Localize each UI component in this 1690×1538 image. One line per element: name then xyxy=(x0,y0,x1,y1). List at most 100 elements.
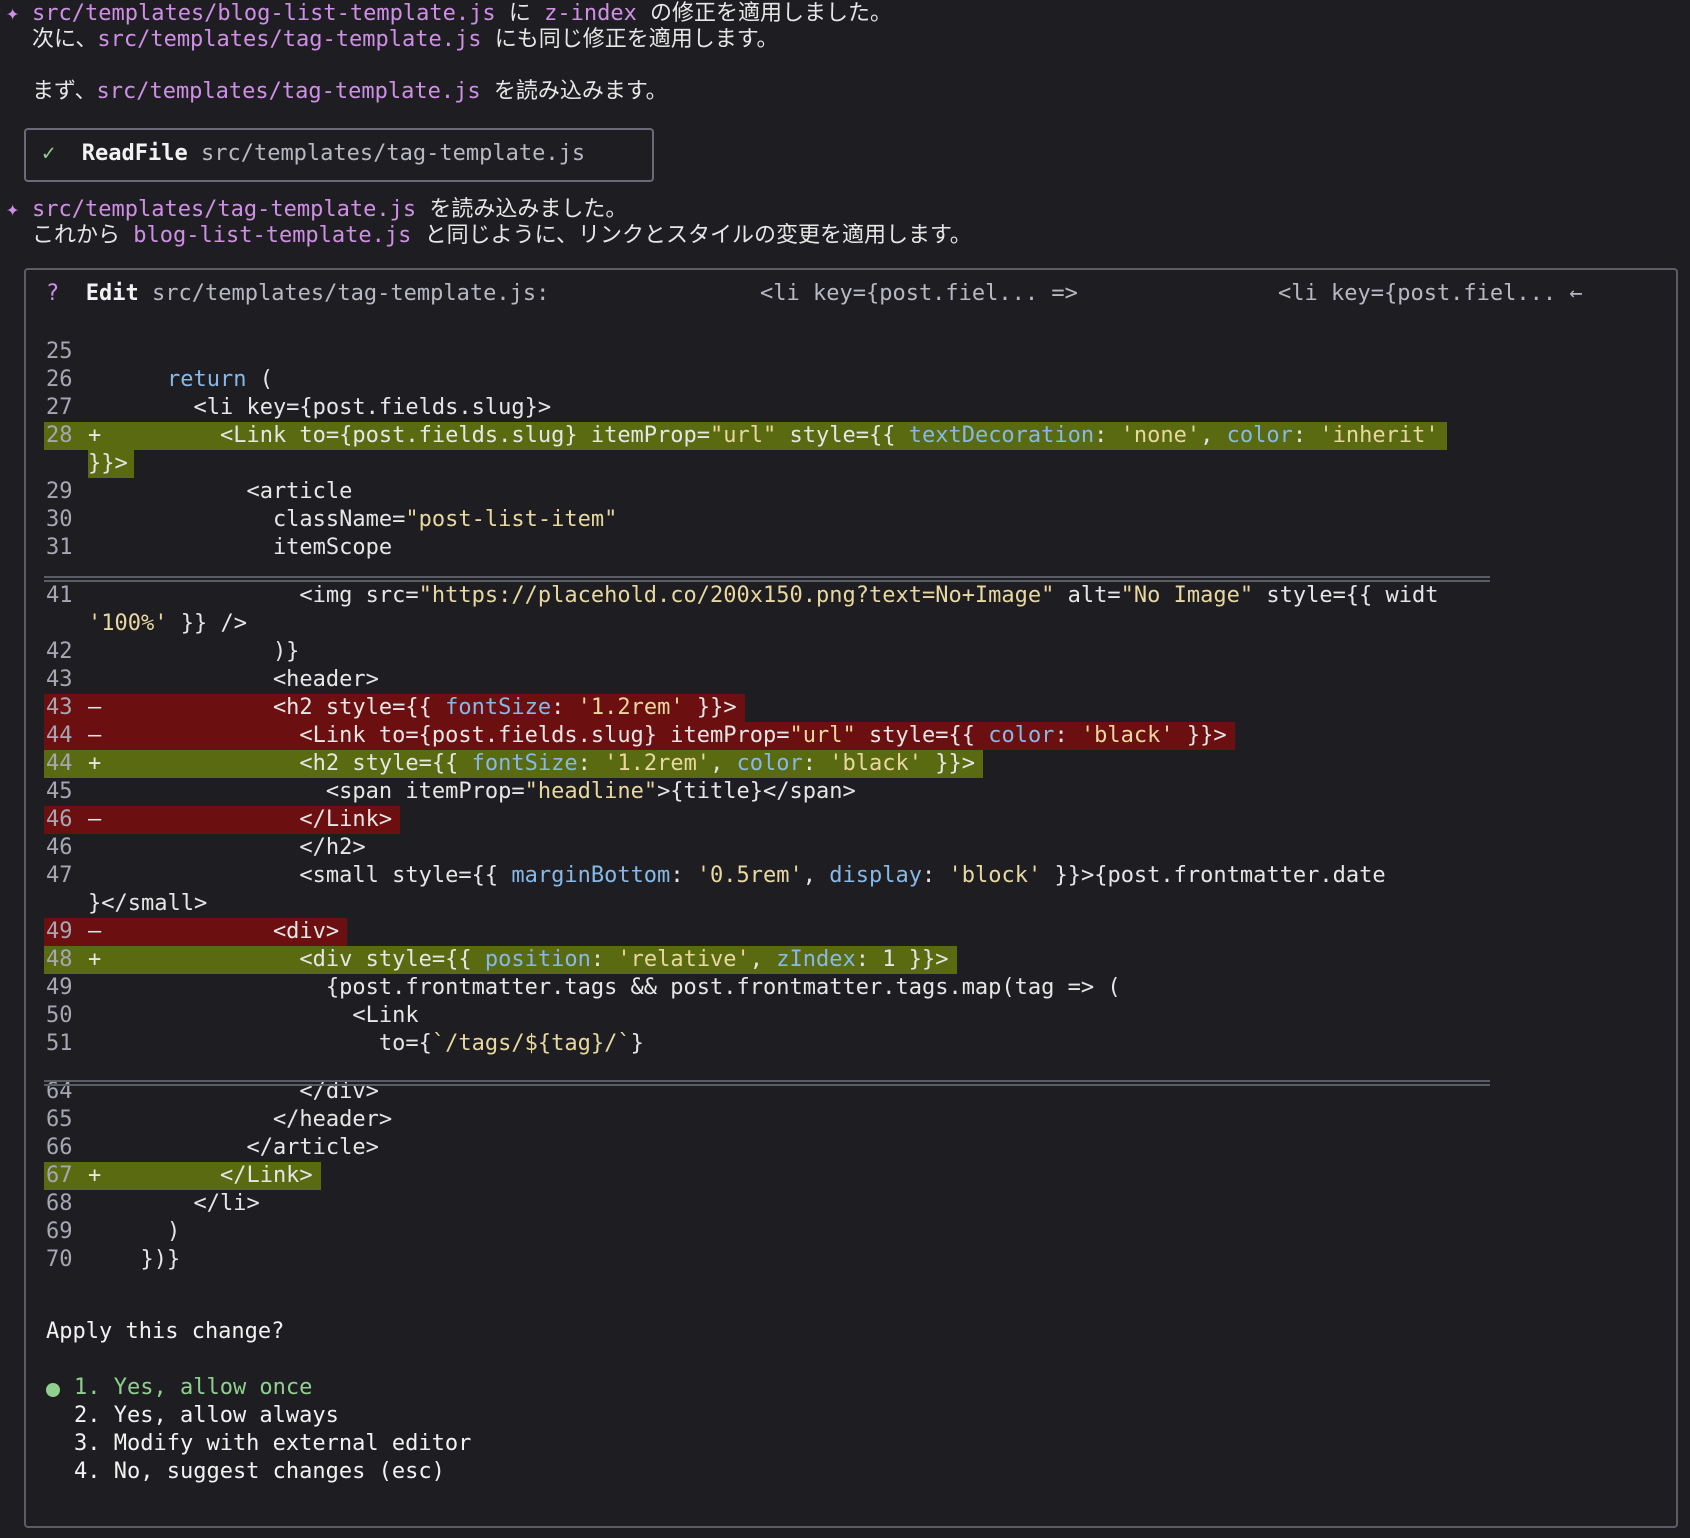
text: これから xyxy=(32,223,134,248)
text: を読み込みました。 xyxy=(416,197,628,222)
text: を読み込みます。 xyxy=(480,79,668,104)
path-text: src/templates/tag-template.js xyxy=(97,27,482,52)
old-preview: <li key={post.fiel... => xyxy=(760,281,1078,306)
line-number: 47 xyxy=(46,863,73,888)
path-text: src/templates/tag-template.js xyxy=(96,79,481,104)
line-number: 28 xyxy=(46,423,73,448)
edit-file-path: src/templates/tag-template.js: xyxy=(151,281,550,306)
code-text: return ( xyxy=(166,367,273,392)
code-text: <Link xyxy=(114,1003,419,1028)
text: にも同じ修正を適用します。 xyxy=(481,27,779,52)
code-text: }}> xyxy=(88,451,128,476)
line-number: 29 xyxy=(46,479,73,504)
new-preview: <li key={post.fiel... ← xyxy=(1278,281,1583,306)
code-text: <Link to={post.fields.slug} itemProp="ur… xyxy=(114,723,1227,748)
line-number: 45 xyxy=(46,779,73,804)
line-number: 66 xyxy=(46,1135,73,1160)
line-number: 43 xyxy=(46,695,73,720)
line-number: 30 xyxy=(46,507,73,532)
option-external-editor[interactable]: 3. Modify with external editor xyxy=(74,1430,471,1458)
path-text: blog-list-template.js xyxy=(133,223,412,248)
transcript-line-3: まず、src/templates/tag-template.js を読み込みます… xyxy=(32,78,668,106)
code-text: <li key={post.fields.slug}> xyxy=(114,395,552,420)
line-number: 25 xyxy=(46,339,73,364)
line-number: 26 xyxy=(46,367,73,392)
line-number: 49 xyxy=(46,975,73,1000)
line-number: 43 xyxy=(46,667,73,692)
readfile-line: ✓ ReadFile src/templates/tag-template.js xyxy=(42,140,585,168)
removed-marker: – xyxy=(88,807,102,832)
code-text: </article> xyxy=(114,1135,379,1160)
code-text: to={`/tags/${tag}/`} xyxy=(114,1031,644,1056)
tool-name: Edit xyxy=(85,281,139,306)
code-text: })} xyxy=(114,1247,181,1272)
line-number: 42 xyxy=(46,639,73,664)
line-number: 41 xyxy=(46,583,73,608)
line-number: 27 xyxy=(46,395,73,420)
code-text: <small style={{ marginBottom: '0.5rem', … xyxy=(114,863,1386,888)
line-number: 31 xyxy=(46,535,73,560)
code-text: }</small> xyxy=(88,891,208,916)
option-allow-once[interactable]: 1. Yes, allow once xyxy=(74,1374,312,1402)
code-text: <span itemProp="headline">{title}</span> xyxy=(114,779,856,804)
line-number: 44 xyxy=(46,723,73,748)
removed-marker: – xyxy=(88,723,102,748)
option-allow-always[interactable]: 2. Yes, allow always xyxy=(74,1402,339,1430)
added-marker: + xyxy=(88,947,102,972)
bullet-2: ✦ xyxy=(6,196,19,224)
option-suggest-changes[interactable]: 4. No, suggest changes (esc) xyxy=(74,1458,445,1486)
hunk-separator xyxy=(44,576,1490,582)
path-text: src/templates/blog-list-template.js xyxy=(32,1,496,26)
transcript-line-4: src/templates/tag-template.js を読み込みました。 xyxy=(32,196,627,224)
check-icon: ✓ xyxy=(42,141,56,166)
line-number: 46 xyxy=(46,835,73,860)
hunk-separator xyxy=(44,1080,1490,1086)
code-text: '100%' }} /> xyxy=(88,611,247,636)
edit-header: ? Edit src/templates/tag-template.js: xyxy=(46,280,549,308)
code-text: className="post-list-item" xyxy=(114,507,618,532)
token-text: z-index xyxy=(544,1,637,26)
sparkle-icon: ✦ xyxy=(6,1,20,26)
code-text: ) xyxy=(114,1219,181,1244)
added-marker: + xyxy=(88,1163,102,1188)
selected-option-dot xyxy=(46,1383,60,1397)
text: の修正を適用しました。 xyxy=(636,1,893,26)
code-text: </header> xyxy=(114,1107,393,1132)
line-number: 44 xyxy=(46,751,73,776)
path-text: src/templates/tag-template.js xyxy=(32,197,417,222)
code-text: <img src="https://placehold.co/200x150.p… xyxy=(114,583,1439,608)
apply-prompt: Apply this change? xyxy=(46,1319,285,1344)
code-text: <article xyxy=(114,479,353,504)
line-number: 51 xyxy=(46,1031,73,1056)
transcript-line-5: これから blog-list-template.js と同じように、リンクとスタ… xyxy=(32,222,972,250)
code-text: </Link> xyxy=(114,807,393,832)
code-text: <div> xyxy=(114,919,340,944)
code-text: </h2> xyxy=(114,835,366,860)
line-number: 67 xyxy=(46,1163,73,1188)
code-text: {post.frontmatter.tags && post.frontmatt… xyxy=(114,975,1121,1000)
code-text: itemScope xyxy=(114,535,393,560)
text: まず、 xyxy=(32,79,97,104)
line-number: 68 xyxy=(46,1191,73,1216)
line-number: 70 xyxy=(46,1247,73,1272)
bullet-1: ✦ xyxy=(6,0,19,28)
line-number: 49 xyxy=(46,919,73,944)
code-text: </li> xyxy=(114,1191,260,1216)
code-text: <header> xyxy=(114,667,379,692)
sparkle-icon: ✦ xyxy=(6,197,20,222)
tool-name: ReadFile xyxy=(81,141,188,166)
line-number: 65 xyxy=(46,1107,73,1132)
transcript-line-2: 次に、src/templates/tag-template.js にも同じ修正を… xyxy=(32,26,779,54)
code-text: <div style={{ position: 'relative', zInd… xyxy=(114,947,949,972)
tool-path: src/templates/tag-template.js xyxy=(200,141,586,166)
code-text: )} xyxy=(114,639,300,664)
code-text: <h2 style={{ fontSize: '1.2rem' }}> xyxy=(114,695,737,720)
added-marker: + xyxy=(88,423,102,448)
removed-marker: – xyxy=(88,919,102,944)
added-marker: + xyxy=(88,751,102,776)
question-icon: ? xyxy=(46,281,60,306)
transcript-line-1: src/templates/blog-list-template.js に z-… xyxy=(32,0,892,28)
text: に xyxy=(495,1,545,26)
code-text: <h2 style={{ fontSize: '1.2rem', color: … xyxy=(114,751,975,776)
readfile-tool-box: ✓ ReadFile src/templates/tag-template.js xyxy=(24,128,654,182)
